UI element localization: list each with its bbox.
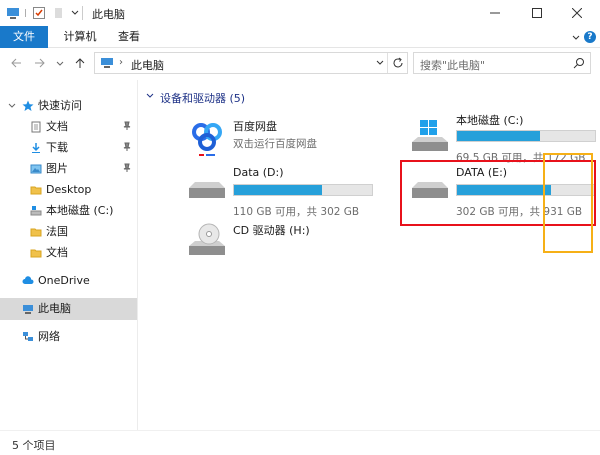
nav-label: 下载 <box>46 141 68 154</box>
chevron-down-icon[interactable] <box>375 58 385 68</box>
search-icon[interactable] <box>573 57 585 69</box>
nav-label: 法国 <box>46 225 68 238</box>
breadcrumb[interactable]: 此电脑 <box>131 57 164 73</box>
drive-tile-data-d[interactable]: Data (D:) 110 GB 可用，共 302 GB <box>185 164 400 218</box>
chevron-down-icon[interactable] <box>68 6 82 20</box>
arrow-left-icon <box>11 58 21 68</box>
close-button[interactable] <box>554 0 600 26</box>
drive-name: 百度网盘 <box>233 120 277 133</box>
nav-label: 此电脑 <box>38 302 71 315</box>
nav-label: Desktop <box>46 183 92 196</box>
download-icon <box>32 143 40 153</box>
drive-tile-baidu-netdisk[interactable]: 百度网盘 双击运行百度网盘 <box>185 116 400 170</box>
drive-icon <box>189 182 225 198</box>
navigation-pane: 快速访问 文档 下载 图片 Desktop 本地磁盘 (C:) 法国 文档 On… <box>0 80 138 430</box>
tab-view[interactable]: 查看 <box>108 26 150 48</box>
cloud-icon <box>22 276 34 284</box>
this-pc-icon <box>23 305 33 314</box>
nav-label: 文档 <box>46 120 68 133</box>
system-drive-icon <box>412 120 448 151</box>
status-bar: 5 个项目 <box>0 430 600 455</box>
help-button[interactable]: ? <box>584 31 596 43</box>
pin-icon[interactable] <box>122 163 132 173</box>
drive-name: Data (D:) <box>233 166 284 179</box>
search-box[interactable]: 搜索"此电脑" <box>413 52 591 74</box>
title-divider <box>82 6 83 20</box>
group-header[interactable]: 设备和驱动器 (5) <box>160 90 245 106</box>
drive-name: 本地磁盘 (C:) <box>456 114 524 127</box>
nav-item-pictures[interactable]: 图片 <box>0 159 138 179</box>
search-input[interactable]: 搜索"此电脑" <box>420 57 485 73</box>
tab-computer[interactable]: 计算机 <box>52 26 108 48</box>
refresh-icon <box>393 57 402 68</box>
arrow-up-icon <box>75 58 85 68</box>
properties-icon[interactable] <box>32 6 46 20</box>
drive-icon <box>30 206 42 216</box>
nav-item-france[interactable]: 法国 <box>0 222 138 242</box>
item-count: 5 个项目 <box>12 439 56 452</box>
refresh-button[interactable] <box>387 53 407 73</box>
navigation-bar: › 此电脑 搜索"此电脑" <box>0 48 600 78</box>
content-area: 设备和驱动器 (5) 百度网盘 双击运行百度网盘 本地磁盘 (C:) 69.5 … <box>140 80 600 430</box>
arrow-right-icon <box>35 58 45 68</box>
baidu-netdisk-icon <box>192 123 222 156</box>
tab-file[interactable]: 文件 <box>0 26 48 48</box>
ribbon-expand-icon[interactable] <box>570 31 582 43</box>
ribbon: 文件 计算机 查看 ? <box>0 26 600 48</box>
window-title: 此电脑 <box>92 8 125 21</box>
close-icon <box>572 8 582 18</box>
chevron-down-icon <box>56 61 64 66</box>
minimize-icon <box>490 12 500 14</box>
network-icon <box>23 332 33 341</box>
nav-item-documents-2[interactable]: 文档 <box>0 243 138 263</box>
forward-button[interactable] <box>32 55 48 71</box>
capacity-bar-fill <box>234 185 323 195</box>
drive-description: 双击运行百度网盘 <box>233 138 317 150</box>
up-button[interactable] <box>72 55 88 71</box>
drive-capacity: 110 GB 可用，共 302 GB <box>233 206 360 218</box>
drive-name: CD 驱动器 (H:) <box>233 224 310 237</box>
breadcrumb-chevron-icon[interactable]: › <box>119 57 123 68</box>
maximize-icon <box>532 8 542 18</box>
nav-label: 网络 <box>38 330 60 343</box>
address-bar[interactable]: › 此电脑 <box>94 52 408 74</box>
chevron-down-icon[interactable] <box>146 92 154 100</box>
picture-icon <box>30 164 42 174</box>
nav-item-desktop[interactable]: Desktop <box>0 180 138 200</box>
new-folder-icon[interactable] <box>52 6 66 20</box>
document-icon <box>31 121 41 133</box>
capacity-bar-fill <box>457 131 540 141</box>
minimize-button[interactable] <box>472 0 518 26</box>
nav-label: 文档 <box>46 246 68 259</box>
title-bar: | 此电脑 <box>0 0 600 26</box>
capacity-bar <box>233 184 373 196</box>
nav-label: OneDrive <box>38 274 90 287</box>
drive-tile-cd-h[interactable]: CD 驱动器 (H:) <box>185 220 400 274</box>
chevron-down-icon[interactable] <box>8 101 16 109</box>
nav-label: 图片 <box>46 162 68 175</box>
annotation-box-yellow <box>543 153 593 253</box>
folder-icon <box>30 228 42 237</box>
back-button[interactable] <box>8 55 24 71</box>
folder-icon <box>30 249 42 258</box>
separator-icon: | <box>24 8 27 17</box>
pin-icon[interactable] <box>122 121 132 131</box>
star-icon <box>22 100 34 111</box>
this-pc-icon[interactable] <box>6 6 20 20</box>
cd-drive-icon <box>189 223 225 255</box>
pin-icon[interactable] <box>122 142 132 152</box>
capacity-bar <box>456 130 596 142</box>
nav-label: 快速访问 <box>38 99 82 112</box>
recent-locations-button[interactable] <box>54 55 66 71</box>
this-pc-icon <box>101 58 113 68</box>
nav-item-local-disk-c[interactable]: 本地磁盘 (C:) <box>0 201 138 221</box>
nav-label: 本地磁盘 (C:) <box>46 204 114 217</box>
nav-item-downloads[interactable]: 下载 <box>0 138 138 158</box>
folder-icon <box>30 186 42 195</box>
nav-item-documents[interactable]: 文档 <box>0 117 138 137</box>
